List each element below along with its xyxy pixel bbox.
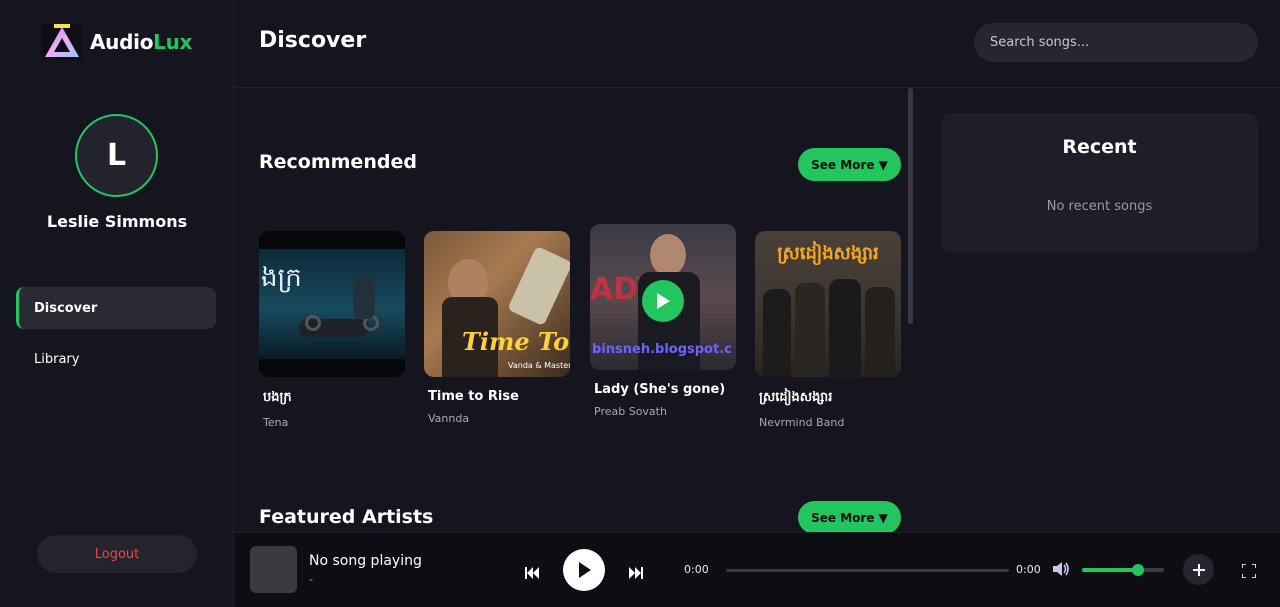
- see-more-button[interactable]: See More ▼: [798, 148, 901, 181]
- section-title-featured-artists: Featured Artists: [259, 506, 434, 528]
- player-bar: No song playing - 0:00 0:00: [234, 532, 1280, 607]
- sidebar-item-discover[interactable]: Discover: [16, 287, 216, 329]
- song-artist: Tena: [263, 416, 289, 429]
- play-icon: [579, 562, 591, 578]
- volume-knob[interactable]: [1131, 564, 1144, 576]
- progress-bar[interactable]: [726, 569, 1009, 572]
- volume-fill: [1082, 568, 1138, 572]
- section-title-recommended: Recommended: [259, 151, 417, 173]
- volume-button[interactable]: [1053, 561, 1071, 581]
- user-name: Leslie Simmons: [46, 212, 188, 231]
- sidebar-item-label: Library: [34, 351, 80, 367]
- page-title: Discover: [259, 28, 367, 53]
- scrollbar[interactable]: [908, 88, 913, 324]
- logo[interactable]: AudioLux: [42, 24, 192, 60]
- recent-title: Recent: [1062, 136, 1137, 158]
- song-title: Time to Rise: [428, 389, 519, 404]
- cover-text: Time To R: [462, 327, 570, 356]
- album-cover: Time To R Vanda & Master: [424, 231, 570, 377]
- add-button[interactable]: [1183, 554, 1214, 585]
- next-button[interactable]: [629, 564, 643, 583]
- app-root: AudioLux L Leslie Simmons Discover Libra…: [0, 0, 1280, 607]
- see-more-button[interactable]: See More ▼: [798, 501, 901, 532]
- volume-icon: [1053, 562, 1069, 576]
- logout-button[interactable]: Logout: [37, 535, 197, 573]
- song-title: ស្រដៀងសង្សារ: [759, 390, 833, 405]
- app-name-part2: Lux: [153, 30, 193, 54]
- cover-text: ស្រដៀងសង្សារ: [777, 243, 879, 264]
- cover-text: binsneh.blogspot.c: [592, 342, 732, 357]
- song-artist: Vannda: [428, 412, 470, 425]
- recent-empty-text: No recent songs: [1046, 199, 1153, 214]
- album-cover: ងក្រ: [259, 231, 405, 377]
- song-card[interactable]: ADY binsneh.blogspot.c Lady (She's gone)…: [590, 224, 736, 418]
- album-cover: ADY binsneh.blogspot.c: [590, 224, 736, 370]
- main-content: Recommended See More ▼ ងក្រ បងក្រ Tena T…: [234, 88, 914, 532]
- play-overlay-button[interactable]: [642, 280, 684, 322]
- search-input[interactable]: [974, 23, 1258, 62]
- album-cover: ស្រដៀងសង្សារ: [755, 231, 901, 377]
- app-name-part1: Audio: [90, 30, 154, 54]
- sidebar-item-label: Discover: [34, 300, 98, 316]
- volume-slider[interactable]: [1082, 564, 1164, 576]
- fullscreen-button[interactable]: [1241, 563, 1257, 582]
- avatar-initial: L: [106, 138, 127, 173]
- play-button[interactable]: [563, 549, 605, 591]
- recent-panel: Recent No recent songs: [941, 113, 1258, 253]
- skip-next-icon: [629, 567, 643, 579]
- skip-previous-icon: [525, 567, 539, 579]
- song-card[interactable]: ងក្រ បងក្រ Tena: [259, 231, 405, 429]
- header: Discover: [234, 0, 1280, 88]
- previous-button[interactable]: [525, 564, 539, 583]
- logo-mark-icon: [42, 24, 82, 60]
- song-title: បងក្រ: [263, 390, 292, 405]
- sidebar: AudioLux L Leslie Simmons Discover Libra…: [0, 0, 234, 607]
- fullscreen-icon: [1241, 563, 1257, 579]
- current-time: 0:00: [684, 563, 709, 576]
- song-title: Lady (She's gone): [594, 382, 726, 397]
- plus-icon: [1192, 563, 1205, 576]
- song-artist: Nevrmind Band: [759, 416, 845, 429]
- now-playing-artist: -: [309, 573, 313, 586]
- cover-subtext: Vanda & Master: [508, 361, 570, 370]
- song-card[interactable]: Time To R Vanda & Master Time to Rise Va…: [424, 231, 570, 425]
- song-artist: Preab Sovath: [594, 405, 667, 418]
- sidebar-item-library[interactable]: Library: [16, 338, 216, 380]
- total-time: 0:00: [1016, 563, 1041, 576]
- now-playing-thumbnail: [250, 546, 297, 593]
- avatar[interactable]: L: [75, 114, 158, 197]
- now-playing-title: No song playing: [309, 553, 422, 569]
- song-card[interactable]: ស្រដៀងសង្សារ ស្រដៀងសង្សារ Nevrmind Band: [755, 231, 901, 429]
- cover-text: ងក្រ: [261, 263, 302, 293]
- play-icon: [657, 293, 670, 309]
- app-name: AudioLux: [90, 30, 192, 54]
